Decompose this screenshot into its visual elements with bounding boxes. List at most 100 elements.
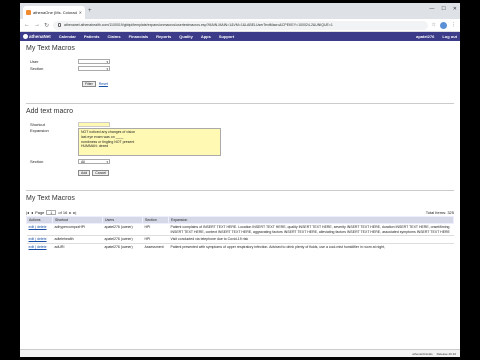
expansion-row: Expansion NOT noticed any changes of vis… <box>26 128 454 158</box>
filter-actions: Filter Reset <box>26 80 454 87</box>
page-of: of 16 <box>58 209 68 215</box>
cancel-button[interactable]: Cancel <box>92 169 110 176</box>
url-text: athenanet.athenahealth.com/1100019/gbbpi… <box>64 23 333 27</box>
shortcut-row: Shortcut <box>26 121 454 128</box>
nav-patients[interactable]: Patients <box>84 34 100 39</box>
row-users: apatel276 (owner) <box>102 242 143 250</box>
col-users[interactable]: Users <box>102 216 143 224</box>
row-section: HPI <box>142 235 169 243</box>
row-expansion: Patient complains of INSERT TEXT HERE. L… <box>168 223 454 236</box>
chevron-down-icon: ▾ <box>106 159 108 164</box>
window-controls: — ☐ ✕ <box>429 6 457 12</box>
browser-tab[interactable]: athenaOne (Ms. Colorado) ✕ <box>23 6 85 19</box>
back-icon[interactable]: ← <box>24 22 30 28</box>
add-section-select[interactable]: All ▾ <box>78 159 110 164</box>
section-label: Section <box>30 66 44 71</box>
page-input[interactable]: 1 <box>46 209 57 215</box>
col-section[interactable]: Section <box>142 216 169 224</box>
tab-strip: athenaOne (Ms. Colorado) ✕ + — ☐ ✕ <box>20 3 460 19</box>
nav-quality[interactable]: Quality <box>179 34 193 39</box>
expansion-label: Expansion <box>30 128 49 133</box>
row-users: apatel276 (owner) <box>102 223 143 236</box>
tab-title: athenaOne (Ms. Colorado) <box>33 10 77 15</box>
star-icon[interactable]: ☆ <box>432 22 436 29</box>
list-title: My Text Macros <box>26 195 75 202</box>
last-page-icon[interactable]: ▸| <box>73 210 76 215</box>
add-actions: Add Cancel <box>26 169 454 176</box>
close-tab-icon[interactable]: ✕ <box>79 10 82 15</box>
add-section-row: Section All ▾ <box>26 158 454 165</box>
nav-apps[interactable]: Apps <box>201 34 211 39</box>
row-users: apatel276 (owner) <box>102 235 143 243</box>
user-filter-row: User ▾ <box>26 58 454 65</box>
reload-icon[interactable]: ↻ <box>44 22 49 29</box>
page-prefix: Page <box>35 209 45 215</box>
favicon-icon <box>26 10 31 15</box>
row-expansion: Patient presented with symptoms of upper… <box>168 242 454 250</box>
footer-version: Release 20.10 <box>436 351 456 356</box>
profile-avatar[interactable] <box>440 21 447 29</box>
add-section-label: Section <box>30 159 44 164</box>
row-shortcut: adtelehealth <box>52 235 103 243</box>
table-row: edit | delete adtelehealth apatel276 (ow… <box>26 235 454 243</box>
table-row: edit | delete adURI apatel276 (owner) As… <box>26 242 454 250</box>
shortcut-label: Shortcut <box>30 122 45 127</box>
col-shortcut[interactable]: Shortcut <box>52 216 103 224</box>
nav-calendar[interactable]: Calendar <box>59 34 76 39</box>
col-actions[interactable]: Actions <box>26 216 53 224</box>
section-select[interactable]: ▾ <box>78 66 110 71</box>
logo-text: athenaNet <box>29 34 51 39</box>
minimize-icon[interactable]: — <box>429 6 434 12</box>
first-page-icon[interactable]: |◂ <box>26 210 29 215</box>
logout-link[interactable]: Log out <box>442 34 457 39</box>
new-tab-icon[interactable]: + <box>88 8 92 14</box>
row-actions[interactable]: edit | delete <box>26 242 53 250</box>
section-filter-row: Section ▾ <box>26 65 454 72</box>
add-button[interactable]: Add <box>78 169 91 176</box>
divider <box>26 103 454 104</box>
total-items: Total Items: 325 <box>425 209 454 215</box>
row-expansion: Visit conducted via telephone due to Cov… <box>168 235 454 243</box>
app-logo[interactable]: athenaNet <box>23 34 51 39</box>
nav-financials[interactable]: Financials <box>129 34 149 39</box>
pagination: |◂ ◂ Page 1 of 16 ▸ ▸| Total Items: 325 <box>26 208 454 216</box>
maximize-icon[interactable]: ☐ <box>441 6 445 12</box>
shortcut-input[interactable] <box>78 122 110 127</box>
prev-page-icon[interactable]: ◂ <box>31 210 33 215</box>
footer-app: athenaClinicals <box>412 351 433 356</box>
divider <box>26 190 454 191</box>
table-row: edit | delete adhypercompzzHPI apatel276… <box>26 223 454 236</box>
page-title: My Text Macros <box>26 45 75 52</box>
chevron-down-icon: ▾ <box>106 66 108 71</box>
row-section: HPI <box>142 223 169 236</box>
expansion-line: HUMMAN: dexed <box>81 144 109 149</box>
expansion-textarea[interactable]: NOT noticed any changes of vision last e… <box>78 128 221 156</box>
user-name[interactable]: apatel276 <box>416 34 434 39</box>
app-navbar: athenaNet Calendar Patients Claims Finan… <box>20 32 460 41</box>
lock-icon <box>58 23 62 27</box>
forward-icon[interactable]: → <box>34 22 40 28</box>
nav-support[interactable]: Support <box>219 34 234 39</box>
row-actions[interactable]: edit | delete <box>26 235 53 243</box>
video-frame: athenaOne (Ms. Colorado) ✕ + — ☐ ✕ ← → ↻… <box>0 0 480 360</box>
add-section-value: All <box>81 159 85 164</box>
nav-reports[interactable]: Reports <box>156 34 171 39</box>
page-content: My Text Macros User ▾ Section ▾ Filter R… <box>20 41 460 254</box>
address-icons: ☆ ⋮ <box>432 21 456 29</box>
chevron-down-icon: ▾ <box>106 59 108 64</box>
next-page-icon[interactable]: ▸ <box>69 210 71 215</box>
add-title: Add text macro <box>26 108 74 115</box>
table-header: Actions Shortcut Users Section Expansion <box>26 216 454 224</box>
row-section: Assessment <box>142 242 169 250</box>
row-actions[interactable]: edit | delete <box>26 223 53 236</box>
status-footer: athenaClinicals Release 20.10 <box>20 349 460 357</box>
filter-button[interactable]: Filter <box>82 80 96 87</box>
user-label: User <box>30 59 39 64</box>
nav-claims[interactable]: Claims <box>107 34 120 39</box>
url-field[interactable]: athenanet.athenahealth.com/1100019/gbbpi… <box>53 20 428 30</box>
menu-icon[interactable]: ⋮ <box>451 22 456 29</box>
col-expansion[interactable]: Expansion <box>168 216 454 224</box>
user-select[interactable]: ▾ <box>78 59 110 64</box>
close-window-icon[interactable]: ✕ <box>453 6 457 12</box>
reset-link[interactable]: Reset <box>99 82 108 86</box>
